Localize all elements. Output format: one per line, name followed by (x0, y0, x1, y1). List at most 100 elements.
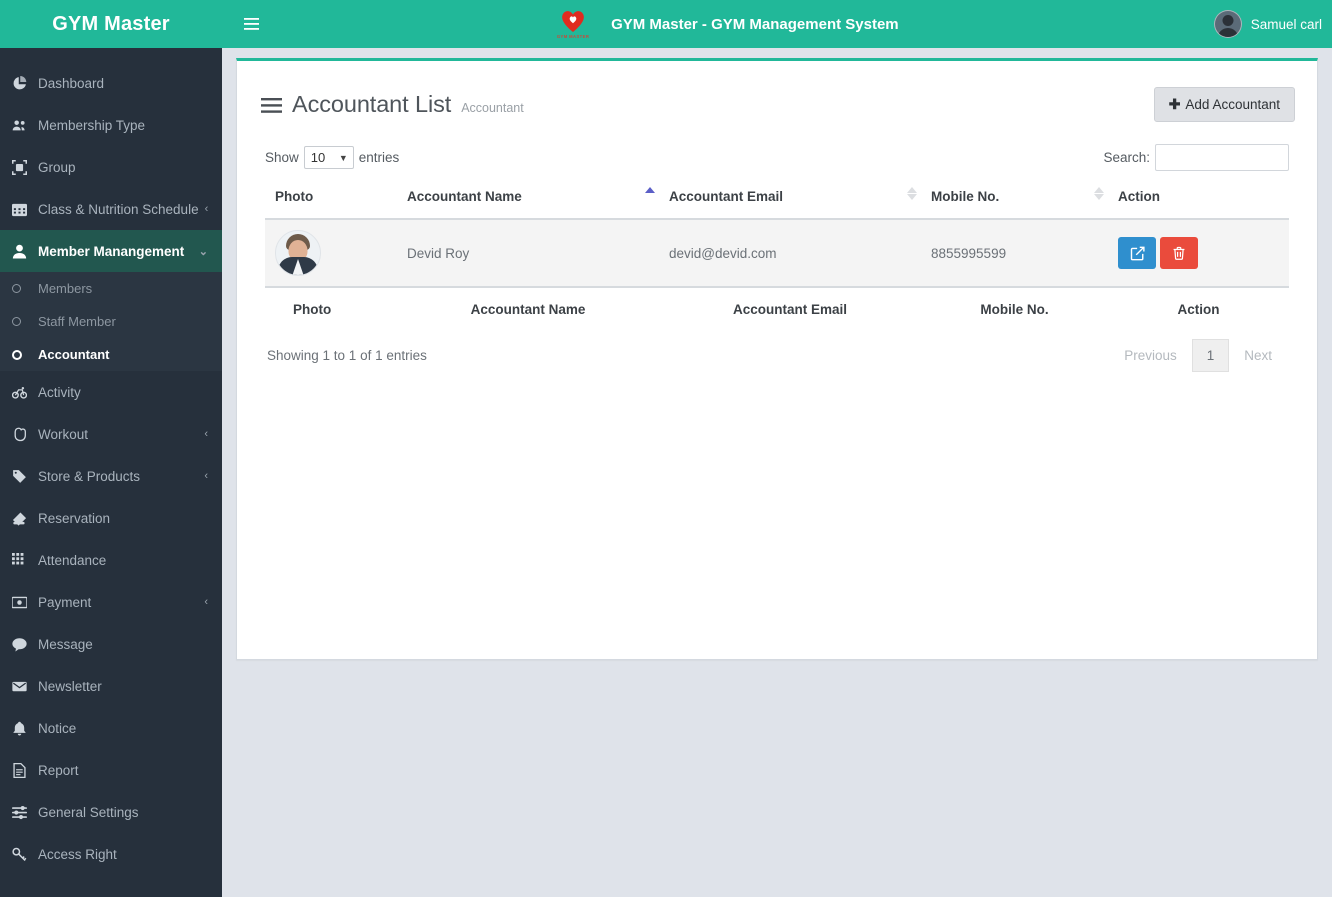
envelope-icon (12, 679, 38, 694)
table-zone: Show 102550100 ▼ entries Search: Photo Ac… (237, 122, 1317, 372)
column-header-action: Action (1094, 185, 1289, 220)
cell-photo (265, 219, 397, 288)
add-accountant-button[interactable]: ✚ Add Accountant (1153, 87, 1295, 122)
table-row: Devid Roy devid@devid.com 8855995599 (265, 219, 1289, 288)
user-menu[interactable]: Samuel carl (1213, 10, 1332, 38)
plus-icon: ✚ (1168, 96, 1181, 112)
sidebar-subitem-label: Staff Member (38, 314, 116, 329)
sidebar-item-class-nutrition-schedule[interactable]: Class & Nutrition Schedule ‹ (0, 188, 222, 230)
entries-info: Showing 1 to 1 of 1 entries (267, 348, 427, 363)
ticket-icon (12, 511, 38, 526)
sidebar-subitem-members[interactable]: Members (0, 272, 222, 305)
circle-icon (12, 317, 38, 326)
sidebar-item-membership-type[interactable]: Membership Type (0, 104, 222, 146)
pie-chart-icon (12, 75, 38, 91)
sort-arrow-icon (907, 187, 917, 200)
chevron-icon: ‹ (204, 203, 209, 215)
grid-dots-icon (12, 552, 38, 568)
table-footer: Showing 1 to 1 of 1 entries Previous 1 N… (265, 327, 1289, 372)
sidebar-item-message[interactable]: Message (0, 623, 222, 665)
delete-button[interactable] (1160, 237, 1198, 269)
entries-select[interactable]: 102550100 (303, 146, 354, 169)
table-controls: Show 102550100 ▼ entries Search: (265, 144, 1289, 185)
gym-master-logo: GYM MASTER (547, 9, 599, 39)
sidebar-item-notice[interactable]: Notice (0, 707, 222, 749)
column-header-mobile-no[interactable]: Mobile No. (907, 185, 1108, 220)
sidebar-item-store-products[interactable]: Store & Products ‹ (0, 455, 222, 497)
title-group: Accountant List Accountant (261, 91, 524, 118)
footer-column-photo: Photo (265, 286, 397, 327)
footer-column-label: Action (1177, 302, 1220, 317)
entries-select-wrap: 102550100 ▼ (303, 146, 354, 169)
column-header-label: Photo (275, 189, 314, 204)
table-head: Photo Accountant Name Accountant Email Mobi… (265, 185, 1289, 220)
content-area: Accountant List Accountant ✚ Add Account… (222, 48, 1332, 897)
sidebar-item-group[interactable]: Group (0, 146, 222, 188)
sort-arrow-icon (645, 187, 655, 193)
pagination-previous[interactable]: Previous (1109, 339, 1192, 372)
chevron-icon: ⌄ (198, 245, 208, 258)
users-group-icon (12, 118, 38, 133)
footer-column-accountant-email: Accountant Email (659, 286, 921, 327)
sidebar-item-member-manangement[interactable]: Member Manangement ⌄ (0, 230, 222, 272)
add-accountant-label: Add Accountant (1185, 97, 1280, 112)
search-control: Search: (1103, 144, 1289, 171)
topbar-center: GYM MASTER GYM Master - GYM Management S… (232, 9, 1214, 39)
footer-column-mobile-no: Mobile No. (921, 286, 1108, 327)
circle-icon (12, 284, 38, 293)
sidebar-item-report[interactable]: Report (0, 749, 222, 791)
column-header-accountant-email[interactable]: Accountant Email (645, 185, 921, 220)
sidebar-subitem-accountant[interactable]: Accountant (0, 338, 222, 371)
sidebar-item-label: Report (38, 762, 79, 778)
sidebar-item-payment[interactable]: Payment ‹ (0, 581, 222, 623)
table-header-row: Photo Accountant Name Accountant Email Mobi… (265, 185, 1289, 220)
footer-column-accountant-name: Accountant Name (397, 286, 659, 327)
cell-action (1108, 219, 1289, 288)
footer-column-label: Mobile No. (980, 302, 1049, 317)
sidebar-subitem-label: Members (38, 281, 93, 296)
footer-column-label: Accountant Email (732, 302, 848, 317)
cell-mobile: 8855995599 (921, 219, 1108, 288)
sidebar-item-dashboard[interactable]: Dashboard (0, 62, 222, 104)
footer-column-label: Accountant Name (470, 302, 586, 317)
pagination-page-1[interactable]: 1 (1191, 339, 1230, 372)
sidebar-item-newsletter[interactable]: Newsletter (0, 665, 222, 707)
page-title: Accountant List (292, 91, 452, 117)
key-icon (12, 847, 38, 862)
length-control: Show 102550100 ▼ entries (265, 146, 399, 169)
column-header-label: Action (1118, 189, 1160, 204)
chat-bubble-icon (12, 637, 38, 652)
page-subtitle: Accountant (461, 101, 524, 115)
footer-column-action: Action (1108, 286, 1289, 327)
sidebar-item-attendance[interactable]: Attendance (0, 539, 222, 581)
sidebar-item-label: Workout (38, 426, 89, 442)
edit-button[interactable] (1118, 237, 1156, 269)
card-header: Accountant List Accountant ✚ Add Account… (237, 61, 1317, 122)
sidebar-item-label: Notice (38, 720, 77, 736)
sidebar-item-general-settings[interactable]: General Settings (0, 791, 222, 833)
sidebar-item-activity[interactable]: Activity (0, 371, 222, 413)
sidebar-item-reservation[interactable]: Reservation (0, 497, 222, 539)
topbar: GYM MASTER GYM Master - GYM Management S… (222, 0, 1332, 48)
glove-icon (12, 427, 38, 442)
sidebar-submenu: Members Staff Member Accountant (0, 272, 222, 371)
chevron-icon: ‹ (204, 596, 208, 608)
bicycle-icon (12, 385, 38, 400)
search-input[interactable] (1155, 144, 1289, 171)
table-footer-row: Photo Accountant Name Accountant Email Mobi… (265, 286, 1289, 327)
sidebar-item-access-right[interactable]: Access Right (0, 833, 222, 875)
column-header-label: Mobile No. (931, 189, 1000, 204)
sidebar-item-label: Membership Type (38, 117, 146, 133)
pagination-next[interactable]: Next (1229, 339, 1287, 372)
sidebar-subitem-staff-member[interactable]: Staff Member (0, 305, 222, 338)
sidebar-item-label: Access Right (38, 846, 117, 862)
accountant-list-card: Accountant List Accountant ✚ Add Account… (236, 58, 1318, 660)
column-header-accountant-name[interactable]: Accountant Name (397, 185, 659, 220)
avatar (1213, 10, 1242, 38)
show-label: Show (265, 150, 299, 165)
cell-email: devid@devid.com (659, 219, 921, 288)
sidebar-item-label: Activity (38, 384, 81, 400)
sidebar-item-label: Store & Products (38, 468, 141, 484)
sidebar-item-workout[interactable]: Workout ‹ (0, 413, 222, 455)
calendar-icon (12, 202, 38, 217)
